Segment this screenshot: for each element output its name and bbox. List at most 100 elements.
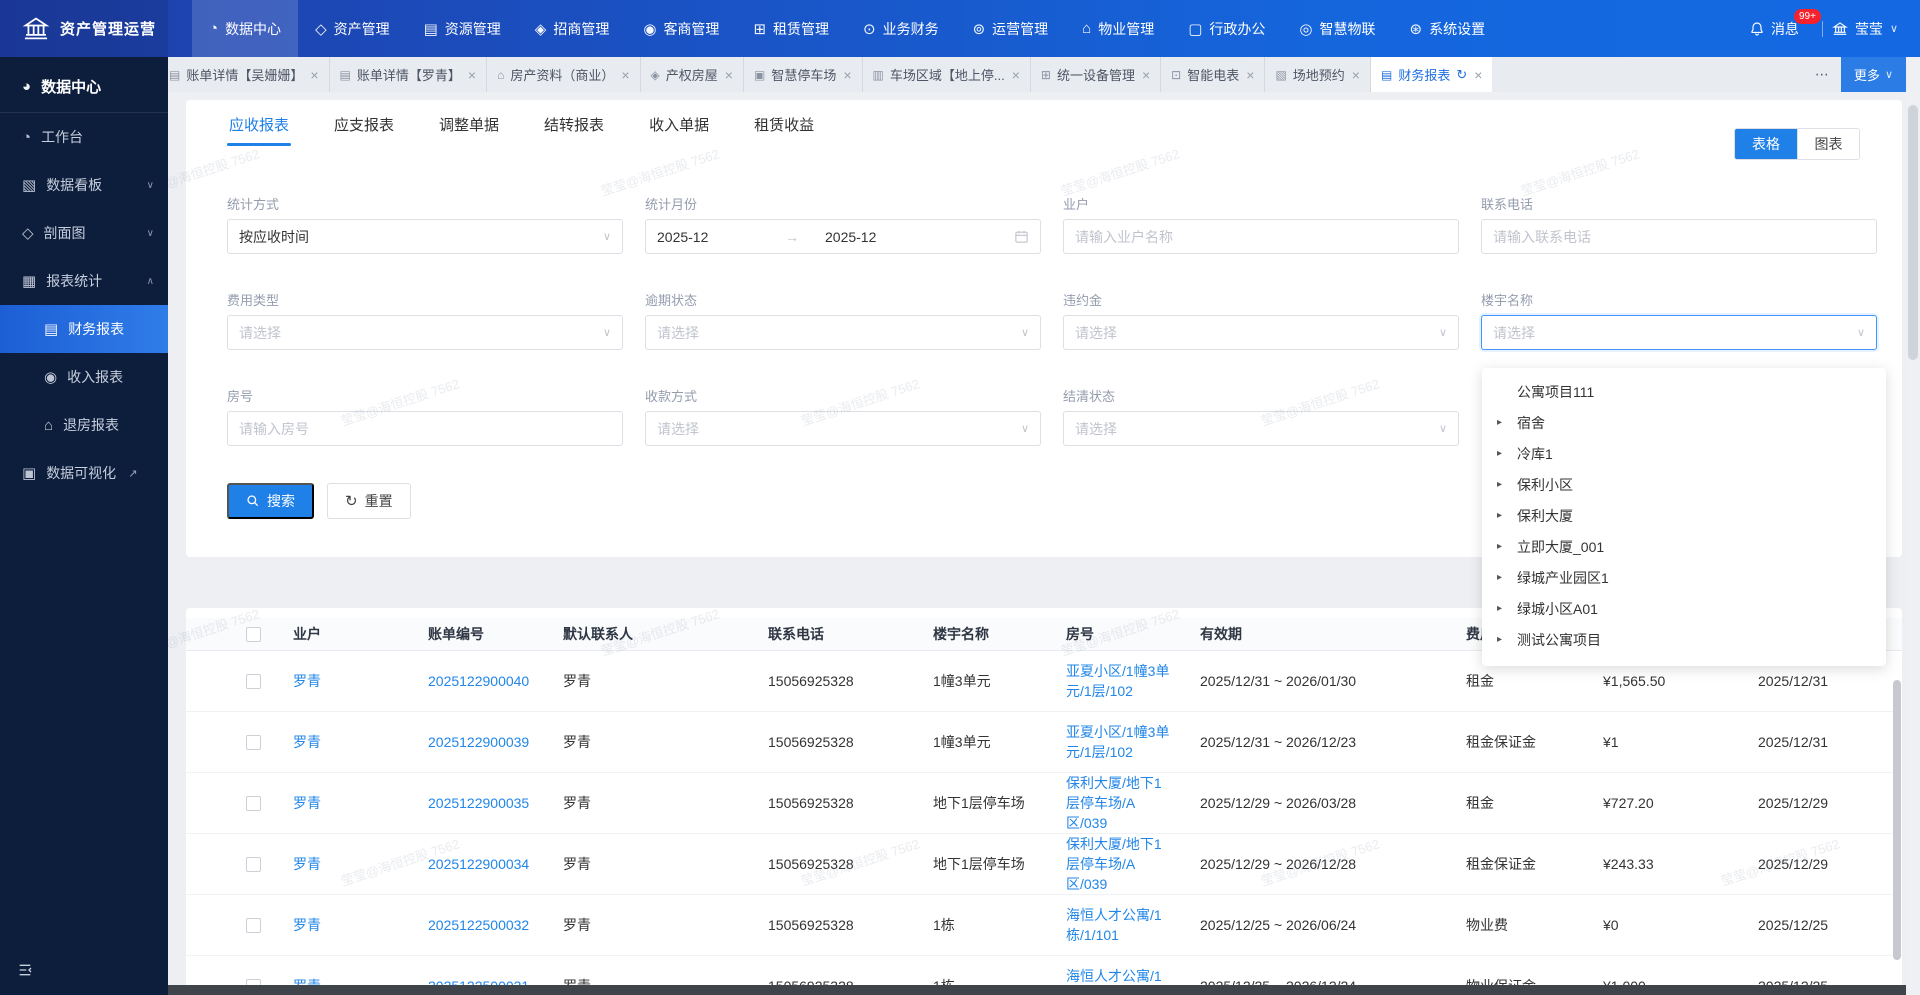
dropdown-option-0[interactable]: 公寓项目111 — [1482, 376, 1886, 407]
cell-link[interactable]: 亚夏小区/1幢3单元/1层/102 — [1049, 722, 1183, 762]
workspace-tab-7[interactable]: ⊡ 智能电表 × — [1161, 57, 1266, 92]
cell-link[interactable]: 保利大厦/地下1层停车场/A区/039 — [1049, 834, 1183, 894]
nav-item-property-management[interactable]: ⌂ 物业管理 — [1065, 0, 1171, 57]
expand-arrow-icon[interactable]: ▸ — [1497, 417, 1517, 428]
cell-link[interactable]: 2025122900039 — [411, 732, 546, 752]
close-icon[interactable]: × — [1352, 67, 1360, 83]
expand-arrow-icon[interactable]: ▸ — [1497, 479, 1517, 490]
sidebar-item-data-visualization[interactable]: ▣ 数据可视化 ↗ — [0, 449, 168, 497]
filter-select[interactable]: 请选择 ∨ — [1063, 411, 1459, 446]
cell-link[interactable]: 海恒人才公寓/1栋/1/101 — [1049, 905, 1183, 945]
workspace-tab-3[interactable]: ◈ 产权房屋 × — [641, 57, 744, 92]
reset-button[interactable]: ↻ 重置 — [327, 483, 411, 519]
cell-link[interactable]: 亚夏小区/1幢3单元/1层/102 — [1049, 661, 1183, 701]
close-icon[interactable]: × — [310, 67, 318, 83]
close-icon[interactable]: × — [725, 67, 733, 83]
dropdown-option-2[interactable]: ▸ 冷库1 — [1482, 438, 1886, 469]
sidebar-item-workbench[interactable]: ◔ 工作台 — [0, 113, 168, 161]
expand-arrow-icon[interactable]: ▸ — [1497, 541, 1517, 552]
filter-select[interactable]: 请选择 ∨ — [645, 411, 1041, 446]
view-toggle-option-1[interactable]: 图表 — [1797, 129, 1859, 159]
nav-item-smart-iot[interactable]: ◎ 智慧物联 — [1282, 0, 1392, 57]
sidebar-item-data-dashboard[interactable]: ▧ 数据看板 ∨ — [0, 161, 168, 209]
refresh-icon[interactable]: ↻ — [1456, 67, 1467, 83]
report-tab-5[interactable]: 租赁收益 — [752, 100, 816, 149]
select-all-checkbox[interactable] — [246, 626, 261, 642]
more-tabs-button[interactable]: 更多 ∨ — [1840, 57, 1906, 92]
table-scrollbar-thumb[interactable] — [1893, 680, 1901, 960]
workspace-tab-2[interactable]: ⌂ 房产资料（商业） × — [487, 57, 641, 92]
report-tab-3[interactable]: 结转报表 — [542, 100, 606, 149]
cell-link[interactable]: 罗青 — [276, 854, 411, 874]
filter-select[interactable]: 请选择 ∨ — [1063, 315, 1459, 350]
workspace-tab-6[interactable]: ⊞ 统一设备管理 × — [1031, 57, 1162, 92]
filter-select[interactable]: 请选择 ∨ — [1481, 315, 1877, 350]
sidebar-subitem-checkout-report[interactable]: ⌂ 退房报表 — [0, 401, 168, 449]
dropdown-option-4[interactable]: ▸ 保利大厦 — [1482, 500, 1886, 531]
nav-item-operation-management[interactable]: ⊚ 运营管理 — [956, 0, 1066, 57]
page-scrollbar-thumb[interactable] — [1908, 105, 1918, 360]
close-icon[interactable]: × — [1012, 67, 1020, 83]
workspace-tab-5[interactable]: ▥ 车场区域【地上停... × — [863, 57, 1031, 92]
dropdown-option-6[interactable]: ▸ 绿城产业园区1 — [1482, 562, 1886, 593]
nav-item-resource-management[interactable]: ▤ 资源管理 — [407, 0, 518, 57]
workspace-tab-4[interactable]: ▣ 智慧停车场 × — [744, 57, 863, 92]
tab-overflow-button[interactable]: ⋯ — [1803, 57, 1841, 92]
nav-item-admin-office[interactable]: ▢ 行政办公 — [1171, 0, 1282, 57]
dropdown-option-1[interactable]: ▸ 宿舍 — [1482, 407, 1886, 438]
report-tab-0[interactable]: 应收报表 — [227, 100, 292, 149]
nav-item-system-settings[interactable]: ⊛ 系统设置 — [1393, 0, 1503, 57]
filter-daterange[interactable]: 2025-12 → 2025-12 — [645, 219, 1041, 254]
cell-link[interactable]: 罗青 — [276, 671, 411, 691]
expand-arrow-icon[interactable]: ▸ — [1497, 448, 1517, 459]
sidebar-collapse-button[interactable] — [16, 962, 34, 983]
row-checkbox[interactable] — [246, 856, 261, 872]
workspace-tab-0[interactable]: ▤ 账单详情【吴姗姗】 × — [168, 57, 330, 92]
workspace-tab-9[interactable]: ▤ 财务报表 ↻ × — [1370, 57, 1493, 92]
cell-link[interactable]: 保利大厦/地下1层停车场/A区/039 — [1049, 773, 1183, 833]
close-icon[interactable]: × — [1474, 67, 1482, 83]
filter-select[interactable]: 请选择 ∨ — [645, 315, 1041, 350]
filter-text-input[interactable] — [227, 411, 623, 446]
sidebar-item-report-statistics[interactable]: ▦ 报表统计 ∧ — [0, 257, 168, 305]
sidebar-subitem-income-report[interactable]: ◉ 收入报表 — [0, 353, 168, 401]
filter-select[interactable]: 按应收时间 ∨ — [227, 219, 623, 254]
workspace-tab-1[interactable]: ▤ 账单详情【罗青】 × — [330, 57, 488, 92]
cell-link[interactable]: 罗青 — [276, 732, 411, 752]
dropdown-option-8[interactable]: ▸ 测试公寓项目 — [1482, 624, 1886, 655]
expand-arrow-icon[interactable]: ▸ — [1497, 510, 1517, 521]
cell-link[interactable]: 罗青 — [276, 915, 411, 935]
cell-link[interactable]: 2025122900035 — [411, 793, 546, 813]
row-checkbox[interactable] — [246, 734, 261, 750]
page-scrollbar[interactable] — [1906, 57, 1920, 995]
filter-select[interactable]: 请选择 ∨ — [227, 315, 623, 350]
sidebar-item-section-view[interactable]: ◇ 剖面图 ∨ — [0, 209, 168, 257]
dropdown-option-7[interactable]: ▸ 绿城小区A01 — [1482, 593, 1886, 624]
expand-arrow-icon[interactable]: ▸ — [1497, 634, 1517, 645]
horizontal-scrollbar[interactable] — [168, 985, 1906, 995]
report-tab-2[interactable]: 调整单据 — [437, 100, 501, 149]
cell-link[interactable]: 罗青 — [276, 793, 411, 813]
close-icon[interactable]: × — [621, 67, 629, 83]
search-button[interactable]: 搜索 — [227, 483, 314, 519]
close-icon[interactable]: × — [1246, 67, 1254, 83]
expand-arrow-icon[interactable]: ▸ — [1497, 572, 1517, 583]
dropdown-option-5[interactable]: ▸ 立即大厦_001 — [1482, 531, 1886, 562]
nav-item-business-finance[interactable]: ⊙ 业务财务 — [846, 0, 956, 57]
row-checkbox[interactable] — [246, 795, 261, 811]
expand-arrow-icon[interactable]: ▸ — [1497, 603, 1517, 614]
row-checkbox[interactable] — [246, 917, 261, 933]
user-menu[interactable]: 莹莹 ∨ — [1832, 19, 1898, 39]
cell-link[interactable]: 2025122900034 — [411, 854, 546, 874]
cell-link[interactable]: 2025122900040 — [411, 671, 546, 691]
filter-text-input[interactable] — [1481, 219, 1877, 254]
messages-button[interactable]: 消息 99+ — [1749, 8, 1821, 39]
nav-item-merchant-management[interactable]: ◉ 客商管理 — [626, 0, 736, 57]
nav-item-data-center[interactable]: ◔ 数据中心 — [192, 0, 299, 57]
workspace-tab-8[interactable]: ▧ 场地预约 × — [1265, 57, 1371, 92]
close-icon[interactable]: × — [843, 67, 851, 83]
report-tab-1[interactable]: 应支报表 — [332, 100, 396, 149]
filter-text-input[interactable] — [1063, 219, 1459, 254]
cell-link[interactable]: 2025122500032 — [411, 915, 546, 935]
dropdown-option-3[interactable]: ▸ 保利小区 — [1482, 469, 1886, 500]
